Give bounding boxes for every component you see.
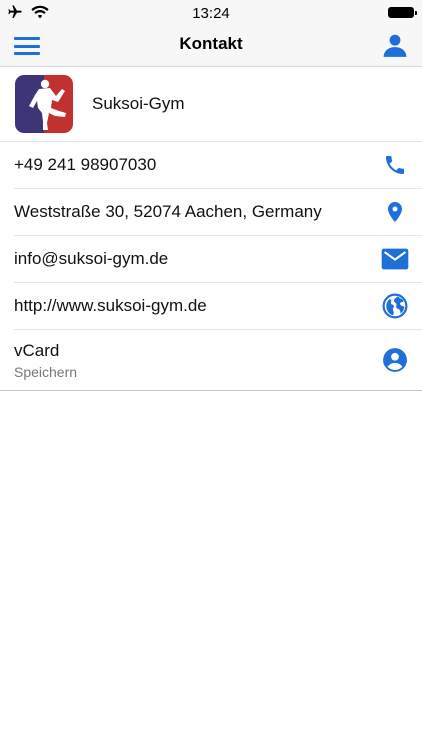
page-title: Kontakt <box>179 34 243 53</box>
vcard-row[interactable]: vCard Speichern <box>14 330 422 390</box>
gym-logo <box>15 75 73 133</box>
email-address: info@suksoi-gym.de <box>14 249 169 268</box>
address-row[interactable]: Weststraße 30, 52074 Aachen, Germany <box>14 189 422 236</box>
vcard-sublabel: Speichern <box>14 363 78 380</box>
fighter-logo-icon <box>15 75 73 133</box>
phone-number: +49 241 98907030 <box>14 155 157 174</box>
navigation-bar: Kontakt <box>0 26 422 67</box>
phone-row[interactable]: +49 241 98907030 <box>14 142 422 189</box>
location-pin-icon[interactable] <box>381 198 409 226</box>
contact-header: Suksoi-Gym <box>0 67 422 142</box>
vcard-label: vCard <box>14 340 60 360</box>
email-row[interactable]: info@suksoi-gym.de <box>14 236 422 283</box>
status-time: 13:24 <box>192 5 230 22</box>
battery-icon <box>388 7 417 18</box>
account-circle-icon[interactable] <box>381 346 409 374</box>
address: Weststraße 30, 52074 Aachen, Germany <box>14 202 322 221</box>
website-row[interactable]: http://www.suksoi-gym.de <box>14 283 422 330</box>
website-url: http://www.suksoi-gym.de <box>14 296 207 315</box>
globe-icon[interactable] <box>381 292 409 320</box>
contact-list: Suksoi-Gym +49 241 98907030 Weststraße 3… <box>0 67 422 391</box>
organization-name: Suksoi-Gym <box>92 94 185 113</box>
vcard-label-group: vCard Speichern <box>14 341 381 380</box>
phone-icon[interactable] <box>381 151 409 179</box>
profile-button[interactable] <box>382 31 408 59</box>
status-right-icons <box>388 7 417 18</box>
status-bar: 13:24 <box>0 0 422 26</box>
user-icon <box>383 34 407 57</box>
mail-icon[interactable] <box>381 245 409 273</box>
